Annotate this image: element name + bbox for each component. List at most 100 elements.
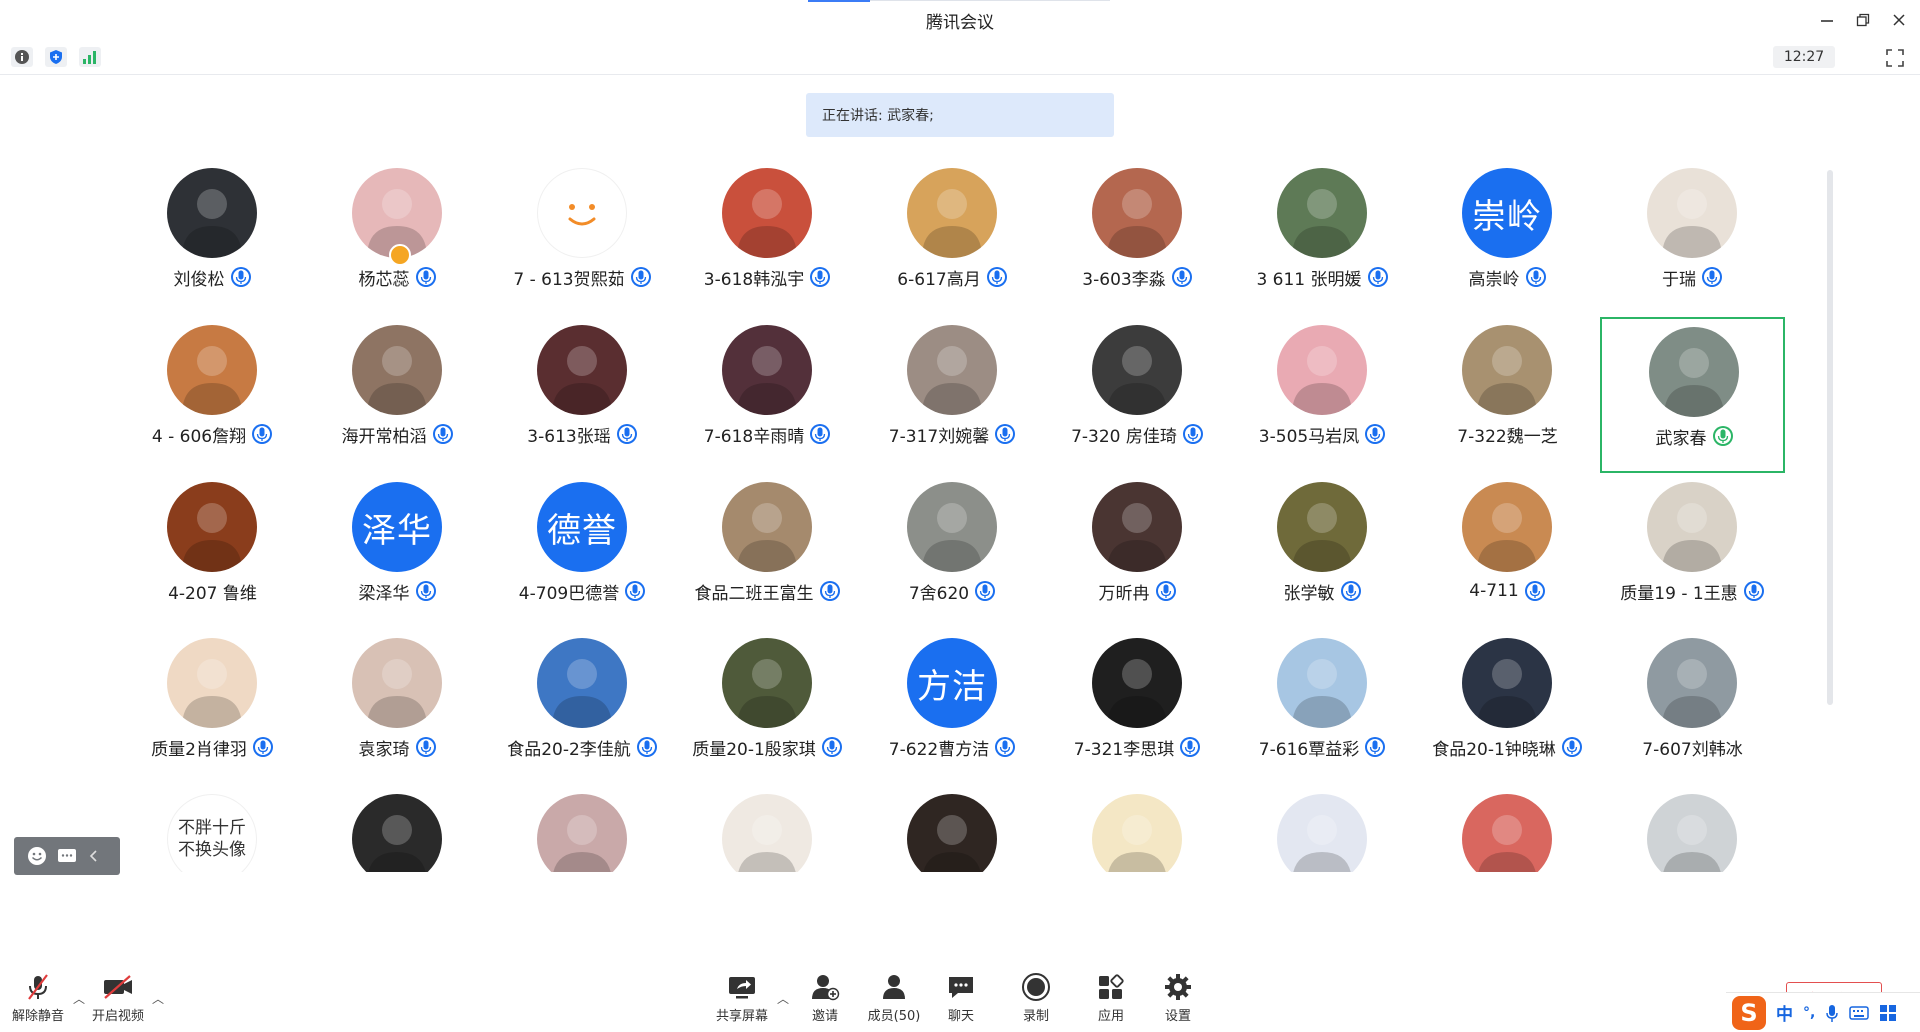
participant-tile[interactable]: 于瑞 [1600, 160, 1785, 316]
ime-punctuation-indicator[interactable]: °, [1803, 1005, 1815, 1021]
participant-tile[interactable]: 武家春 [1600, 317, 1785, 473]
participant-tile[interactable] [1600, 786, 1785, 872]
participant-tile[interactable]: 3-603李淼 [1045, 160, 1230, 316]
participant-tile[interactable] [490, 786, 675, 872]
participant-tile[interactable]: 7-618辛雨晴 [675, 317, 860, 473]
participant-tile[interactable] [305, 786, 490, 872]
profile-photo-icon [1292, 189, 1352, 258]
participant-name: 食品二班王富生 [694, 583, 814, 604]
participant-name: 6-617高月 [897, 269, 981, 290]
participant-tile[interactable]: 万昕冉 [1045, 474, 1230, 630]
mic-icon [636, 736, 658, 758]
participant-tile[interactable]: 6-617高月 [860, 160, 1045, 316]
record-icon [1022, 973, 1050, 1001]
share-screen-icon [729, 977, 755, 999]
mic-icon [809, 266, 831, 288]
mic-icon [1155, 580, 1177, 602]
participant-tile[interactable]: 食品20-1钟晓琳 [1415, 630, 1600, 786]
ime-mode-indicator[interactable]: 中 [1776, 1000, 1793, 1025]
participant-name: 于瑞 [1662, 269, 1696, 290]
profile-photo-icon [1107, 346, 1167, 415]
video-options-chevron[interactable]: ︿ [152, 990, 164, 1007]
unmute-button[interactable]: 解除静音 [2, 972, 74, 1026]
participant-tile[interactable]: 3-618韩泓宇 [675, 160, 860, 316]
participant-tile[interactable] [860, 786, 1045, 872]
participant-name-row: 于瑞 [1600, 264, 1785, 290]
participant-name-row: 7-321李思琪 [1045, 734, 1230, 760]
participant-tile[interactable]: 食品20-2李佳航 [490, 630, 675, 786]
avatar [907, 482, 997, 572]
participant-name-row: 质量20-1殷家琪 [675, 734, 860, 760]
profile-photo-icon [552, 346, 612, 415]
gear-icon [1165, 974, 1191, 1000]
participant-tile[interactable]: 刘俊松 [120, 160, 305, 316]
participant-tile[interactable]: 7-322魏一芝 [1415, 317, 1600, 473]
participant-tile[interactable]: 杨芯蕊 [305, 160, 490, 316]
profile-photo-icon [922, 346, 982, 415]
avatar [167, 482, 257, 572]
participant-tile[interactable]: 袁家琦 [305, 630, 490, 786]
participant-tile[interactable]: 3-613张瑶 [490, 317, 675, 473]
mic-icon [986, 266, 1008, 288]
mic-icon [252, 736, 274, 758]
participant-tile[interactable]: 3 611 张明媛 [1230, 160, 1415, 316]
start-video-button[interactable]: 开启视频 [82, 972, 154, 1026]
participant-tile[interactable]: 4-207 鲁维 [120, 474, 305, 630]
invite-button[interactable]: 邀请 [789, 972, 861, 1026]
mic-icon [1743, 580, 1765, 602]
share-options-chevron[interactable]: ︿ [777, 990, 789, 1007]
participant-tile[interactable] [1045, 786, 1230, 872]
participant-tile[interactable]: 7-321李思琪 [1045, 630, 1230, 786]
participant-tile[interactable]: 方洁 7-622曹方洁 [860, 630, 1045, 786]
participant-tile[interactable]: 质量2肖律羽 [120, 630, 305, 786]
participant-name: 3-505马岩凤 [1258, 426, 1360, 447]
mic-icon [630, 266, 652, 288]
participant-tile[interactable]: 不胖十斤 不换头像 [120, 786, 305, 872]
participant-tile[interactable]: 崇岭 高崇岭 [1415, 160, 1600, 316]
avatar [1647, 794, 1737, 872]
participant-tile[interactable]: 7-317刘婉馨 [860, 317, 1045, 473]
participant-tile[interactable] [1415, 786, 1600, 872]
participant-tile[interactable]: 7-320 房佳琦 [1045, 317, 1230, 473]
participant-tile[interactable]: 德誉 4-709巴德誉 [490, 474, 675, 630]
participant-name: 7-322魏一芝 [1457, 426, 1558, 447]
participant-tile[interactable] [1230, 786, 1415, 872]
participant-tile[interactable]: 4-711 [1415, 474, 1600, 630]
avatar [537, 638, 627, 728]
avatar [722, 482, 812, 572]
participant-tile[interactable]: 7-607刘韩冰 [1600, 630, 1785, 786]
profile-photo-icon [1108, 815, 1166, 872]
participant-tile[interactable]: 食品二班王富生 [675, 474, 860, 630]
chat-button[interactable]: 聊天 [925, 972, 997, 1026]
participant-tile[interactable]: 7 - 613贺熙茹 [490, 160, 675, 316]
participant-tile[interactable]: 4 - 606詹翔 [120, 317, 305, 473]
participant-tile[interactable]: 泽华 梁泽华 [305, 474, 490, 630]
mic-icon [821, 736, 843, 758]
record-button[interactable]: 录制 [1000, 972, 1072, 1026]
participant-name: 3-603李淼 [1082, 269, 1166, 290]
participant-name-row: 质量2肖律羽 [120, 734, 305, 760]
participant-name: 7 - 613贺熙茹 [513, 269, 625, 290]
participant-name: 7-607刘韩冰 [1642, 739, 1743, 760]
participant-tile[interactable] [675, 786, 860, 872]
apps-button[interactable]: 应用 [1075, 972, 1147, 1026]
grid-scrollbar[interactable] [1827, 170, 1833, 705]
participant-name: 4-709巴德誉 [518, 583, 620, 604]
participant-tile[interactable]: 海开常柏滔 [305, 317, 490, 473]
profile-photo-icon [553, 815, 611, 872]
participant-name: 7-321李思琪 [1073, 739, 1175, 760]
share-screen-button[interactable]: 共享屏幕 [706, 972, 778, 1026]
participant-tile[interactable]: 质量20-1殷家琪 [675, 630, 860, 786]
floating-toolbox[interactable] [14, 837, 120, 875]
profile-photo-icon [367, 659, 427, 728]
sogou-logo-icon[interactable]: S [1732, 995, 1766, 1030]
participant-name: 质量19 - 1王惠 [1620, 583, 1738, 604]
participant-tile[interactable]: 3-505马岩凤 [1230, 317, 1415, 473]
participant-tile[interactable]: 张学敏 [1230, 474, 1415, 630]
participant-tile[interactable]: 7舍620 [860, 474, 1045, 630]
participant-name: 海开常柏滔 [341, 426, 427, 447]
members-button[interactable]: 成员(50) [858, 972, 930, 1026]
participant-tile[interactable]: 质量19 - 1王惠 [1600, 474, 1785, 630]
settings-button[interactable]: 设置 [1142, 972, 1214, 1026]
participant-tile[interactable]: 7-616覃益彩 [1230, 630, 1415, 786]
